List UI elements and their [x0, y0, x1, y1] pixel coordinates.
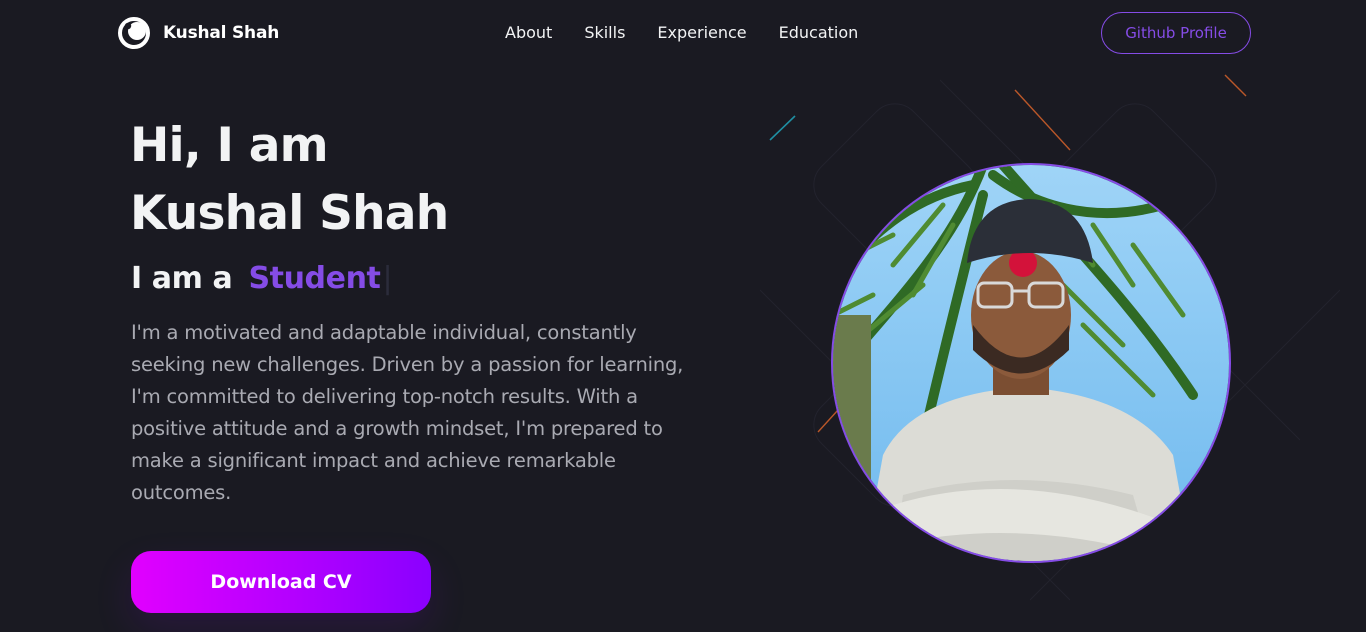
- navbar: Kushal Shah About Skills Experience Educ…: [0, 0, 1366, 66]
- typing-role: Student: [248, 261, 381, 296]
- hero-title: Hi, I am Kushal Shah: [130, 112, 690, 248]
- nav-link-education[interactable]: Education: [779, 23, 859, 42]
- shooting-star: [1014, 89, 1071, 151]
- profile-photo: [831, 163, 1231, 563]
- shooting-star: [769, 115, 796, 141]
- logo-ring-icon: [118, 17, 150, 49]
- hero-title-line2: Kushal Shah: [130, 186, 449, 241]
- download-cv-button[interactable]: Download CV: [131, 551, 431, 613]
- nav-link-experience[interactable]: Experience: [657, 23, 746, 42]
- profile-photo-illustration: [833, 165, 1229, 561]
- typing-line: I am a Student|: [131, 261, 393, 296]
- nav-link-about[interactable]: About: [505, 23, 552, 42]
- typing-prefix: I am a: [131, 261, 233, 296]
- hero-title-line1: Hi, I am: [130, 118, 329, 173]
- logo-text: Kushal Shah: [163, 23, 280, 43]
- hero-bio: I'm a motivated and adaptable individual…: [131, 321, 684, 504]
- nav-links: About Skills Experience Education: [505, 23, 858, 42]
- nav-link-skills[interactable]: Skills: [584, 23, 625, 42]
- shooting-star: [817, 409, 839, 433]
- logo-link[interactable]: Kushal Shah: [117, 16, 279, 50]
- shooting-star: [1224, 74, 1247, 97]
- github-profile-button[interactable]: Github Profile: [1101, 12, 1251, 54]
- typing-cursor: |: [382, 261, 393, 296]
